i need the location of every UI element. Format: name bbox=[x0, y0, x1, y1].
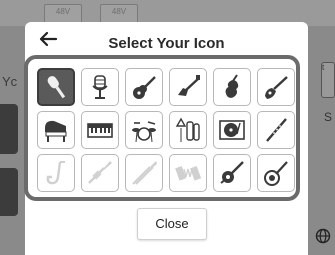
icon-tile[interactable] bbox=[257, 154, 295, 192]
keyboard-synth-icon bbox=[87, 123, 113, 138]
grand-piano-icon bbox=[45, 120, 67, 142]
violin-icon bbox=[225, 74, 239, 98]
percussion-icon bbox=[175, 117, 200, 142]
icon-tile[interactable] bbox=[169, 154, 207, 192]
icon-tile[interactable] bbox=[169, 111, 207, 149]
microphone-icon bbox=[47, 76, 66, 99]
turntable-icon bbox=[219, 120, 245, 140]
trombone-icon bbox=[132, 161, 157, 185]
background-button-label: t bbox=[322, 63, 325, 72]
banjo-icon bbox=[264, 161, 288, 186]
dialog-title: Select Your Icon bbox=[108, 35, 225, 52]
electric-guitar-icon bbox=[178, 75, 200, 96]
icon-tile[interactable] bbox=[81, 68, 119, 106]
icon-tile[interactable] bbox=[81, 154, 119, 192]
select-icon-dialog: Select Your Icon Close bbox=[24, 22, 308, 255]
icon-tile[interactable] bbox=[125, 154, 163, 192]
background-letter: S bbox=[323, 110, 332, 124]
icon-tile[interactable] bbox=[37, 68, 75, 106]
icon-tile[interactable] bbox=[213, 154, 251, 192]
icon-tile[interactable] bbox=[213, 111, 251, 149]
electric-guitar-2-icon bbox=[265, 76, 288, 99]
icon-tile[interactable] bbox=[37, 111, 75, 149]
trumpet-icon bbox=[88, 161, 112, 184]
icon-grid-frame bbox=[24, 55, 300, 201]
icon-tile[interactable] bbox=[81, 111, 119, 149]
saxophone-icon bbox=[46, 161, 65, 185]
icon-tile[interactable] bbox=[169, 68, 207, 106]
background-panel bbox=[0, 168, 18, 216]
drum-kit-icon bbox=[132, 121, 156, 143]
close-button[interactable]: Close bbox=[137, 208, 207, 240]
icon-tile[interactable] bbox=[257, 68, 295, 106]
icon-tile[interactable] bbox=[257, 111, 295, 149]
condenser-microphone-icon bbox=[92, 75, 108, 99]
background-panel bbox=[0, 104, 18, 154]
globe-icon bbox=[315, 228, 331, 247]
icon-tile[interactable] bbox=[37, 154, 75, 192]
background-button: t bbox=[321, 62, 335, 98]
icon-grid bbox=[37, 68, 295, 192]
icon-tile[interactable] bbox=[125, 68, 163, 106]
acoustic-guitar-icon bbox=[133, 76, 156, 99]
icon-tile[interactable] bbox=[213, 68, 251, 106]
background-label: Yc bbox=[2, 74, 18, 89]
flute-icon bbox=[266, 118, 287, 142]
banjo-guitar-icon bbox=[220, 161, 244, 184]
accordion-icon bbox=[175, 165, 202, 181]
icon-tile[interactable] bbox=[125, 111, 163, 149]
